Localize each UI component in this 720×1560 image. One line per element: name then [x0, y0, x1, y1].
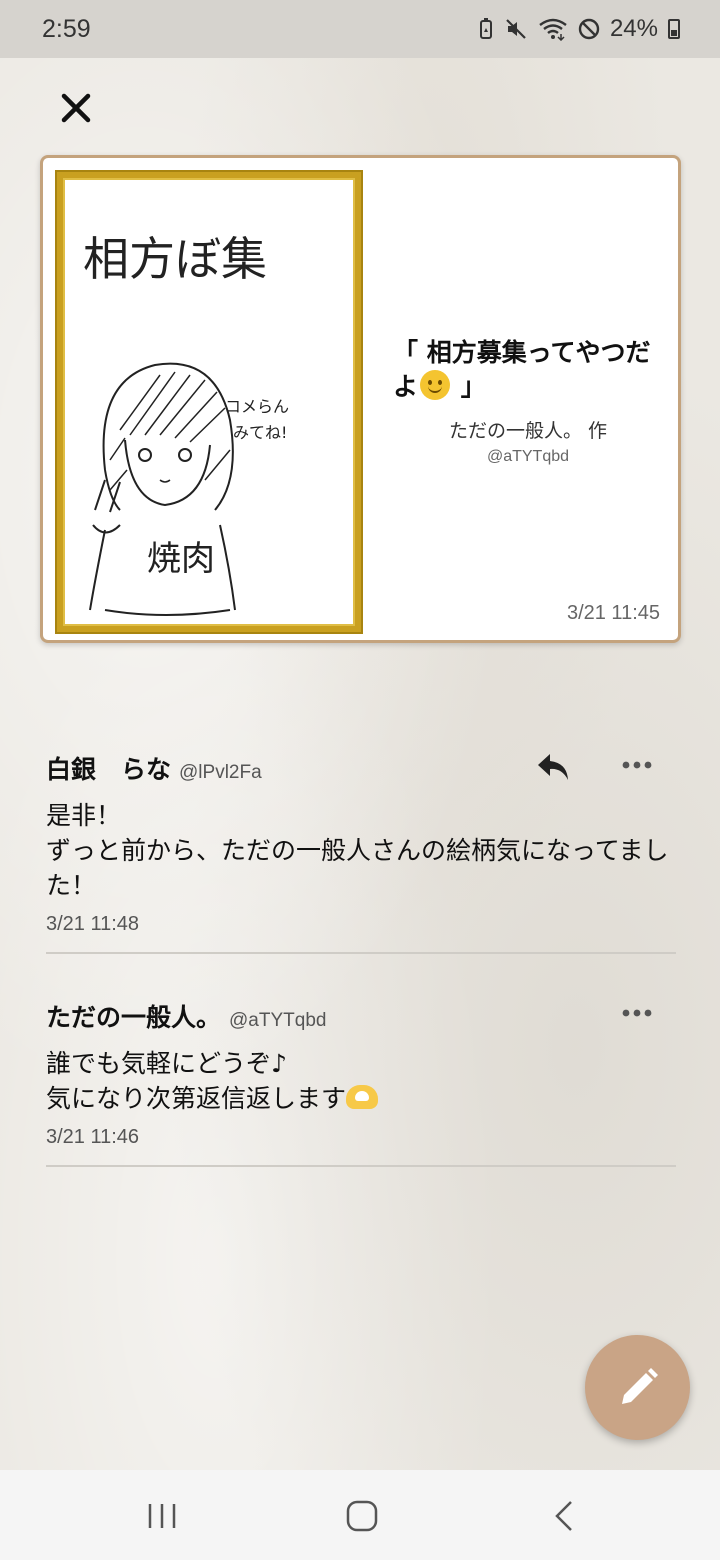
drawing-note-line1: コメらん [225, 397, 289, 416]
comment-author-handle[interactable]: @aTYTqbd [229, 1010, 326, 1032]
more-icon [622, 1009, 652, 1017]
divider [46, 1165, 676, 1167]
recent-apps-button[interactable] [142, 1496, 182, 1536]
comment-time: 3/21 11:46 [46, 1126, 140, 1148]
comment-item: ただの一般人。 @aTYTqbd 誰でも気軽にどうぞ♪ 気になり次第返信返します… [46, 998, 676, 1167]
home-icon [346, 1500, 378, 1532]
comment-body: 是非！ ずっと前から、ただの一般人さんの絵柄気になってました！ [46, 798, 676, 903]
comment-header: 白銀 らな @lPvl2Fa [46, 750, 676, 786]
navigation-bar [0, 1470, 720, 1560]
home-button[interactable] [342, 1496, 382, 1536]
comment-body: 誰でも気軽にどうぞ♪ 気になり次第返信返します [46, 1046, 676, 1116]
compose-button[interactable] [585, 1335, 690, 1440]
back-button[interactable] [545, 1496, 585, 1536]
post-handle[interactable]: @aTYTqbd [423, 448, 633, 466]
more-options-button[interactable] [620, 750, 654, 780]
sketch-drawing: 相方ぼ集 コメらん みてね! 焼肉 [83, 232, 289, 616]
do-not-disturb-icon [578, 18, 600, 40]
wifi-icon [539, 18, 567, 41]
comment-item: 白銀 らな @lPvl2Fa 是非！ ずっと前から、ただの一般人さんの絵柄気にな… [46, 750, 676, 954]
reply-icon [538, 754, 568, 780]
close-icon [61, 93, 91, 123]
status-bar: 2:59 24% [0, 0, 720, 58]
more-icon [622, 761, 652, 769]
drawing-heading: 相方ぼ集 [83, 232, 267, 286]
close-button[interactable] [56, 88, 96, 128]
comment-header: ただの一般人。 @aTYTqbd [46, 998, 676, 1034]
status-time: 2:59 [42, 14, 91, 43]
post-drawing[interactable]: 相方ぼ集 コメらん みてね! 焼肉 [65, 180, 353, 624]
divider [46, 952, 676, 954]
battery-saver-icon [479, 18, 492, 39]
comment-body-line: 誰でも気軽にどうぞ♪ [46, 1049, 287, 1078]
post-card[interactable]: 相方ぼ集 コメらん みてね! 焼肉 「 相方募集ってやつだよ 」 ただの一般人。… [40, 155, 681, 643]
comment-body-line: ずっと前から、ただの一般人さんの絵柄気になってました！ [46, 836, 669, 900]
pencil-icon [621, 1367, 658, 1404]
post-time: 3/21 11:45 [566, 602, 660, 624]
comment-author-handle[interactable]: @lPvl2Fa [179, 762, 262, 784]
comment-time: 3/21 11:48 [46, 913, 140, 935]
post-author[interactable]: ただの一般人。 作 [423, 416, 633, 443]
comment-body-line: 気になり次第返信返します [46, 1081, 676, 1116]
post-title: 「 相方募集ってやつだよ 」 [393, 338, 651, 401]
battery-percent: 24% [609, 15, 658, 42]
comment-body-line: 是非！ [46, 801, 122, 830]
more-options-button[interactable] [620, 998, 654, 1028]
comment-author-name[interactable]: 白銀 らな [46, 750, 171, 786]
mute-icon [506, 19, 526, 39]
drawing-shirt-text: 焼肉 [147, 539, 215, 579]
smile-emoji [420, 370, 451, 400]
reply-button[interactable] [534, 750, 574, 784]
comment-author-name[interactable]: ただの一般人。 [46, 998, 221, 1034]
status-icons: 24% [478, 15, 680, 43]
drawing-note-line2: みてね! [233, 423, 287, 442]
back-icon [555, 1501, 572, 1531]
battery-icon [668, 19, 680, 39]
heart-hands-emoji [346, 1085, 379, 1109]
recent-apps-icon [148, 1504, 176, 1528]
image-frame: 相方ぼ集 コメらん みてね! 焼肉 [55, 170, 363, 634]
